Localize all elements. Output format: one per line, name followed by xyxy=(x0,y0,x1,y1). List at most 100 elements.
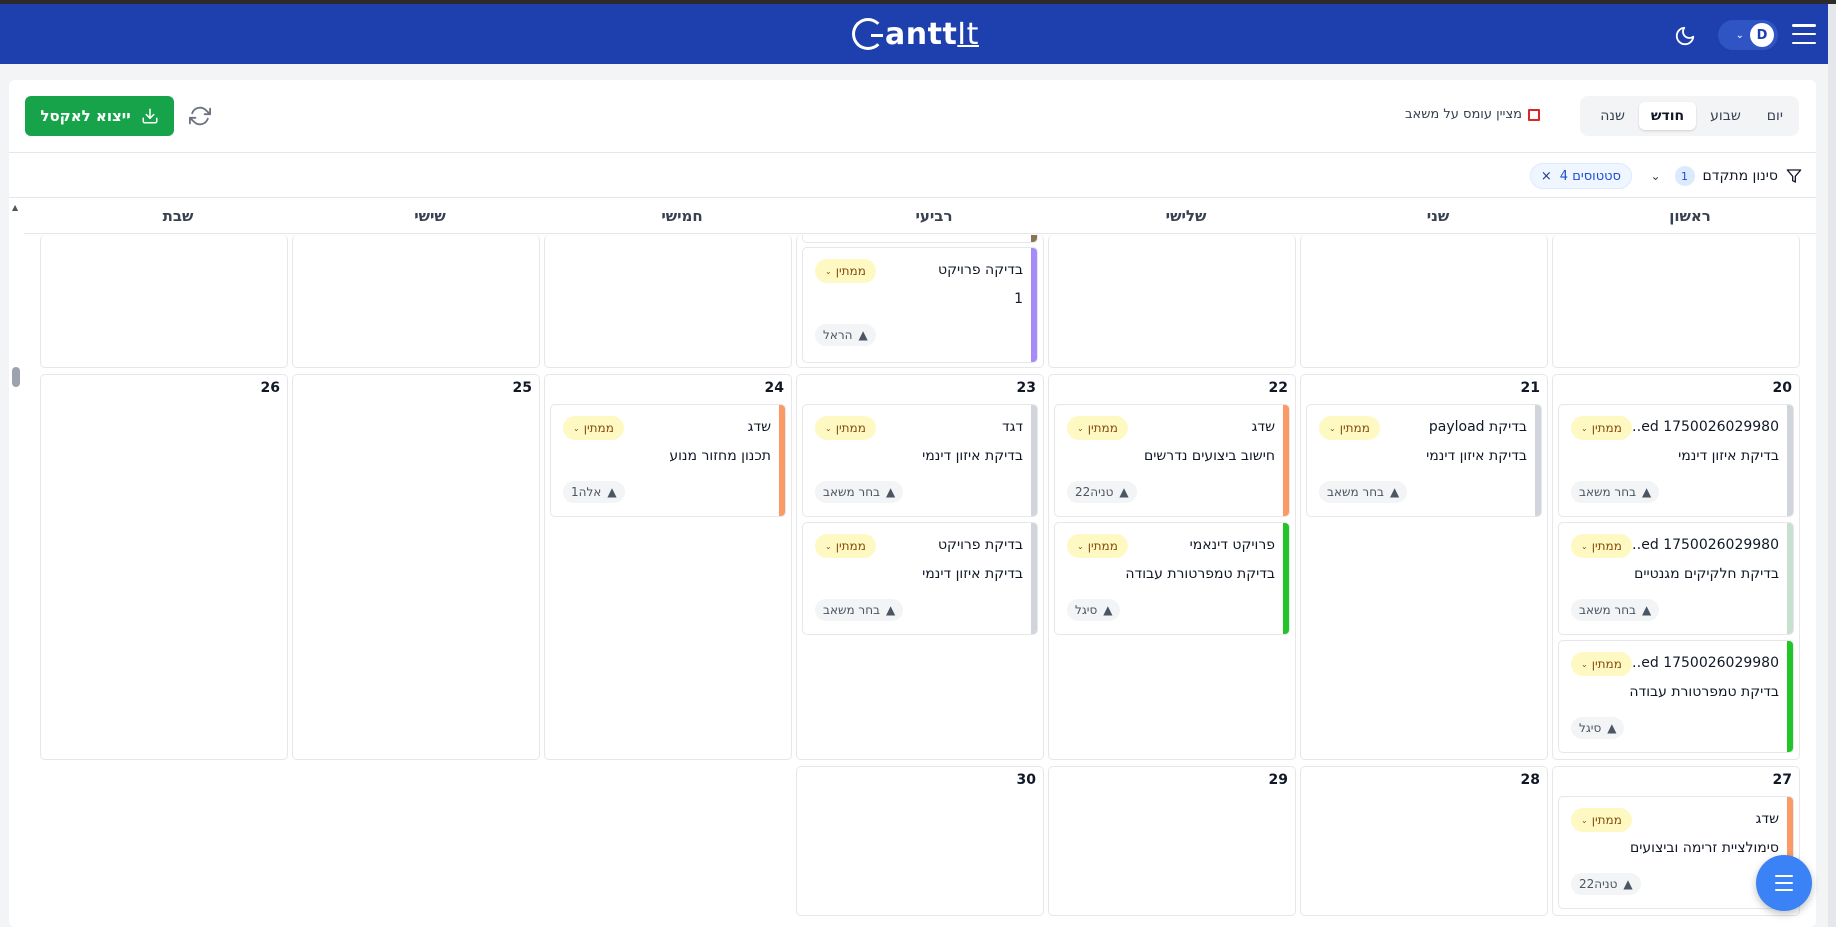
day-cell-23[interactable]: 23 דגד בדיקת איזון דינמי ממתין ⌄ ▲ בחר משא… xyxy=(796,374,1044,760)
day-cell-mon-w1[interactable] xyxy=(1300,235,1548,368)
weekday-thursday: חמישי xyxy=(661,207,703,225)
export-excel-button[interactable]: ייצוא לאקסל xyxy=(25,96,174,136)
task-color-bar xyxy=(1031,523,1037,634)
chevron-down-icon: ⌄ xyxy=(1581,423,1588,433)
day-cell-26[interactable]: 26 xyxy=(40,374,288,760)
task-card[interactable]: דגד בדיקת איזון דינמי ממתין ⌄ ▲ בחר משאב xyxy=(802,404,1038,517)
day-number: 25 xyxy=(512,380,532,396)
task-resource-badge[interactable]: ▲ הראל xyxy=(815,324,876,346)
chevron-down-icon: ⌄ xyxy=(1329,423,1336,433)
station-icon: ▲ xyxy=(1623,877,1633,891)
task-color-bar xyxy=(1031,235,1037,242)
status-filter-chip[interactable]: 4 סטטוסים × xyxy=(1529,163,1632,189)
day-cell-wed-w1[interactable]: בדיקה פרויקט 1 ממתין ⌄ ▲ הראל xyxy=(796,235,1044,368)
calendar-toolbar: ייצוא לאקסל מציין עומס על משאב יום שבוע … xyxy=(9,80,1816,153)
day-cell-28[interactable]: 28 xyxy=(1300,766,1548,916)
task-status-dropdown[interactable]: ממתין ⌄ xyxy=(815,416,876,440)
task-card[interactable]: בדיקת פרויקט בדיקת איזון דינמי ממתין ⌄ ▲ ב… xyxy=(802,522,1038,635)
chip-close-icon[interactable]: × xyxy=(1541,169,1552,184)
load-indicator-toggle[interactable]: מציין עומס על משאב xyxy=(1405,107,1540,122)
task-status-dropdown[interactable]: ממתין ⌄ xyxy=(1571,416,1632,440)
task-resource-badge[interactable]: ▲ בחר משאב xyxy=(1571,599,1660,621)
view-week-option[interactable]: שבוע xyxy=(1698,102,1753,130)
day-cell-sat-w1[interactable] xyxy=(40,235,288,368)
task-resource-badge[interactable]: ▲ טניה22 xyxy=(1571,873,1641,895)
task-resource-badge[interactable]: ▲ בחר משאב xyxy=(815,481,904,503)
status-label: ממתין xyxy=(1591,657,1622,671)
view-day-option[interactable]: יום xyxy=(1755,102,1795,130)
day-cell-25[interactable]: 25 xyxy=(292,374,540,760)
task-resource-badge[interactable]: ▲ בחר משאב xyxy=(815,599,904,621)
task-card[interactable]: שדג חישוב ביצועים נדרשים ממתין ⌄ ▲ טניה22 xyxy=(1054,404,1290,517)
day-number: 26 xyxy=(260,380,280,396)
user-menu-button[interactable]: ⌄ D xyxy=(1718,20,1778,50)
scroll-up-arrow-icon[interactable]: ▲ xyxy=(12,203,18,212)
chevron-down-icon: ⌄ xyxy=(1581,541,1588,551)
status-label: ממתין xyxy=(835,539,866,553)
logo-main-text: antt xyxy=(885,16,958,52)
chevron-down-icon: ⌄ xyxy=(1581,815,1588,825)
hamburger-menu-icon[interactable] xyxy=(1792,24,1816,44)
task-color-bar xyxy=(1031,248,1037,362)
task-color-bar xyxy=(779,405,785,516)
task-status-dropdown[interactable]: ממתין ⌄ xyxy=(1067,416,1128,440)
calendar-scrollbar-thumb[interactable] xyxy=(12,367,20,387)
task-card[interactable]: פרויקט דינאמי בדיקת טמפרטורת עבודה ממתין… xyxy=(1054,522,1290,635)
task-status-dropdown[interactable]: ממתין ⌄ xyxy=(1571,652,1632,676)
task-card[interactable]: 1750026029980 Updated בדיקת חלקיקים מגנט… xyxy=(1558,522,1794,635)
chevron-down-icon: ⌄ xyxy=(825,423,832,433)
load-indicator-checkbox[interactable] xyxy=(1528,108,1540,121)
day-cell-29[interactable]: 29 xyxy=(1048,766,1296,916)
advanced-filter-button[interactable]: סינון מתקדם 1 ⌄ xyxy=(1650,166,1802,186)
resource-label: בחר משאב xyxy=(823,485,880,499)
view-year-option[interactable]: שנה xyxy=(1588,102,1637,130)
task-status-dropdown[interactable]: ממתין ⌄ xyxy=(1571,534,1632,558)
task-status-dropdown[interactable]: ממתין ⌄ xyxy=(1067,534,1128,558)
view-month-option[interactable]: חודש xyxy=(1638,102,1697,130)
task-card[interactable]: בדיקה פרויקט 1 ממתין ⌄ ▲ הראל xyxy=(802,247,1038,363)
task-resource-badge[interactable]: ▲ בחר משאב xyxy=(1319,481,1408,503)
task-card-partial[interactable] xyxy=(802,235,1038,243)
task-resource-badge[interactable]: ▲ בחר משאב xyxy=(1571,481,1660,503)
day-cell-24[interactable]: 24 שדג תכנון מחזור מנוע ממתין ⌄ ▲ אלה1 xyxy=(544,374,792,760)
station-icon: ▲ xyxy=(1641,485,1652,499)
chevron-down-icon: ⌄ xyxy=(1077,541,1084,551)
task-status-dropdown[interactable]: ממתין ⌄ xyxy=(815,534,876,558)
month-calendar: ▲ ראשון שני שלישי רביעי חמישי שישי שבת ב… xyxy=(9,199,1816,927)
day-cell-22[interactable]: 22 שדג חישוב ביצועים נדרשים ממתין ⌄ ▲ טניה… xyxy=(1048,374,1296,760)
task-status-dropdown[interactable]: ממתין ⌄ xyxy=(815,259,876,283)
floating-menu-button[interactable] xyxy=(1756,855,1812,911)
task-subtitle: בדיקת איזון דינמי xyxy=(1678,448,1779,464)
weekday-monday: שני xyxy=(1426,207,1450,225)
task-status-dropdown[interactable]: ממתין ⌄ xyxy=(563,416,624,440)
day-cell-21[interactable]: 21 בדיקת payload בדיקת איזון דינמי ממתין… xyxy=(1300,374,1548,760)
chevron-down-icon: ⌄ xyxy=(1650,169,1661,183)
task-card[interactable]: שדג תכנון מחזור מנוע ממתין ⌄ ▲ אלה1 xyxy=(550,404,786,517)
ganttit-logo[interactable]: antt It xyxy=(852,16,979,52)
task-status-dropdown[interactable]: ממתין ⌄ xyxy=(1319,416,1380,440)
task-resource-badge[interactable]: ▲ טניה22 xyxy=(1067,481,1137,503)
day-cell-30[interactable]: 30 xyxy=(796,766,1044,916)
task-card[interactable]: בדיקת payload בדיקת איזון דינמי ממתין ⌄ ▲… xyxy=(1306,404,1542,517)
resource-label: אלה1 xyxy=(571,485,602,499)
task-title: פרויקט דינאמי xyxy=(1189,537,1275,553)
task-color-bar xyxy=(1787,641,1793,752)
task-card[interactable]: 1750026029980 Updated בדיקת טמפרטורת עבו… xyxy=(1558,640,1794,753)
task-card[interactable]: 1750026029980 Updated בדיקת איזון דינמי … xyxy=(1558,404,1794,517)
chevron-down-icon: ⌄ xyxy=(1735,29,1744,41)
task-resource-badge[interactable]: ▲ סיגל xyxy=(1067,599,1121,621)
day-cell-fri-w1[interactable] xyxy=(292,235,540,368)
day-cell-thu-w1[interactable] xyxy=(544,235,792,368)
task-resource-badge[interactable]: ▲ סיגל xyxy=(1571,717,1625,739)
task-resource-badge[interactable]: ▲ אלה1 xyxy=(563,481,625,503)
dark-mode-toggle-icon[interactable] xyxy=(1674,25,1696,47)
task-title: שדג xyxy=(747,419,771,435)
refresh-icon[interactable] xyxy=(189,105,213,129)
day-cell-20[interactable]: 20 1750026029980 Updated בדיקת איזון דינ… xyxy=(1552,374,1800,760)
day-cell-sun-w1[interactable] xyxy=(1552,235,1800,368)
weekday-tuesday: שלישי xyxy=(1165,207,1207,225)
page-scrollbar[interactable] xyxy=(1828,4,1836,927)
task-status-dropdown[interactable]: ממתין ⌄ xyxy=(1571,808,1632,832)
station-icon: ▲ xyxy=(885,485,896,499)
day-cell-tue-w1[interactable] xyxy=(1048,235,1296,368)
